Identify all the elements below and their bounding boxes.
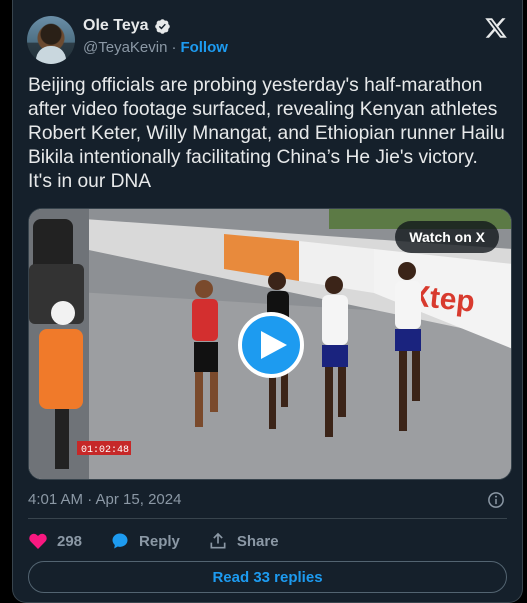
- share-label: Share: [236, 532, 279, 550]
- action-bar: 298 Reply Share: [28, 529, 279, 553]
- divider: [28, 518, 507, 519]
- follow-button[interactable]: Follow: [180, 39, 228, 56]
- author-handle-line: @TeyaKevin · Follow: [83, 39, 228, 56]
- info-icon[interactable]: [487, 491, 505, 509]
- verified-badge-icon: [154, 18, 170, 34]
- like-button[interactable]: 298: [28, 531, 82, 551]
- reply-bubble-icon: [112, 533, 128, 549]
- author-handle[interactable]: @TeyaKevin: [83, 39, 167, 56]
- timestamp-row: 4:01 AM · Apr 15, 2024: [28, 491, 507, 511]
- video-clock: 01:02:48: [81, 445, 129, 456]
- avatar[interactable]: [27, 16, 75, 64]
- read-replies-button[interactable]: Read 33 replies: [28, 561, 507, 593]
- separator-dot: ·: [171, 39, 177, 56]
- reply-label: Reply: [139, 532, 180, 550]
- share-button[interactable]: Share: [208, 531, 279, 551]
- tweet-timestamp[interactable]: 4:01 AM · Apr 15, 2024: [28, 491, 181, 508]
- video-media[interactable]: Xtep 01:02:48 Watch on X: [28, 208, 512, 480]
- reply-button[interactable]: Reply: [110, 531, 180, 551]
- play-button[interactable]: [238, 312, 304, 378]
- author-name[interactable]: Ole Teya: [83, 17, 149, 35]
- play-icon: [260, 331, 287, 359]
- tweet-header: Ole Teya @TeyaKevin · Follow: [27, 14, 508, 66]
- watch-on-x-button[interactable]: Watch on X: [395, 221, 499, 253]
- tweet-card: Ole Teya @TeyaKevin · Follow Beijing off…: [12, 0, 523, 603]
- x-logo-icon[interactable]: [484, 16, 508, 40]
- author-name-line: Ole Teya: [83, 17, 171, 35]
- tweet-text: Beijing officials are probing yesterday'…: [28, 75, 505, 192]
- like-count: 298: [57, 532, 83, 550]
- heart-icon: [29, 533, 47, 549]
- share-icon: [210, 532, 226, 549]
